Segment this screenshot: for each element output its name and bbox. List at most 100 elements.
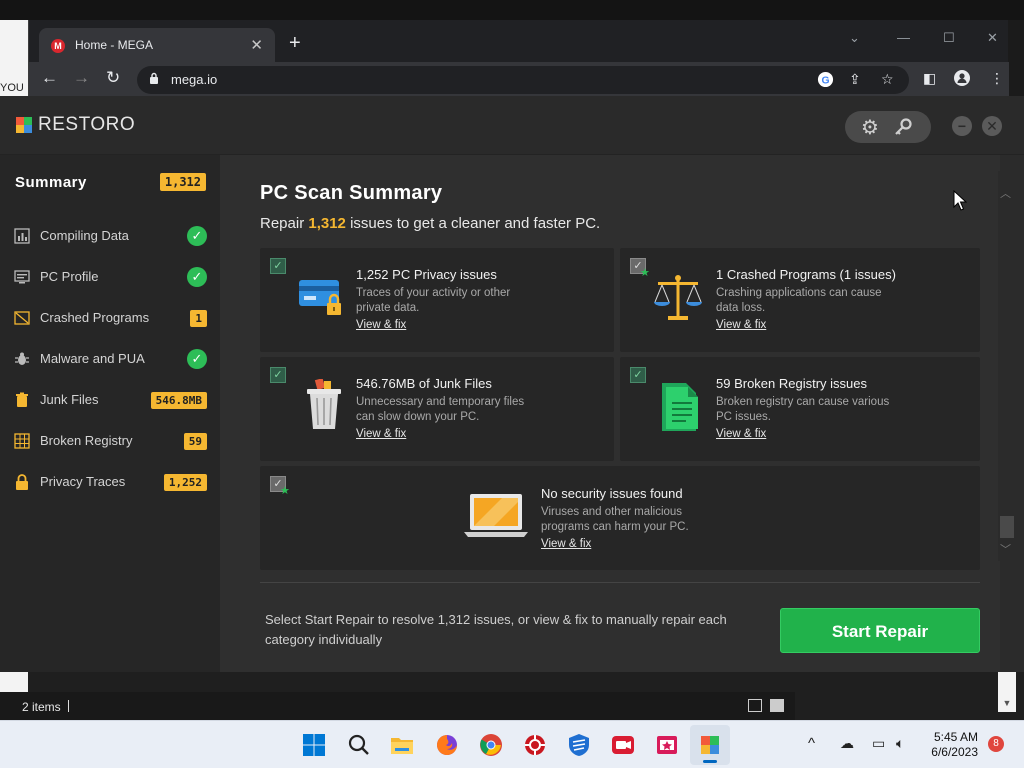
back-arrow-icon[interactable]: ← <box>41 69 58 87</box>
search-icon[interactable] <box>347 733 371 757</box>
card-title: 59 Broken Registry issues <box>716 376 868 391</box>
scales-icon <box>654 275 702 320</box>
card-title: 1 Crashed Programs (1 issues) <box>716 267 896 282</box>
junk-checkbox[interactable]: ✓ <box>270 367 286 383</box>
view-fix-link[interactable]: View & fix <box>356 319 406 331</box>
sidebar-item-label: Malware and PUA <box>40 351 145 366</box>
trash-icon <box>16 392 28 407</box>
monitor-icon <box>14 270 30 284</box>
repair-instructions: Select Start Repair to resolve 1,312 iss… <box>265 612 727 647</box>
key-icon[interactable] <box>893 117 913 137</box>
sidebar-item-label: Junk Files <box>40 392 99 407</box>
sidebar-item-label: Privacy Traces <box>40 474 126 489</box>
shield-app-icon[interactable] <box>567 733 591 757</box>
privacy-issues-card: ✓ 1,252 PC Privacy issues Traces of your… <box>260 248 614 352</box>
sidebar-item-compiling-data[interactable]: Compiling Data ✓ <box>0 218 220 254</box>
card-description-line1: Broken registry can cause various <box>716 396 890 408</box>
minimize-app-button[interactable]: − <box>952 116 972 136</box>
sidebar-item-junk-files[interactable]: Junk Files 546.8MB <box>0 382 220 418</box>
antivirus-icon[interactable] <box>523 733 547 757</box>
restoro-taskbar-button[interactable] <box>690 725 730 765</box>
address-bar[interactable]: mega.io G ⇪ ☆ <box>137 66 909 94</box>
scroll-down-icon[interactable]: ﹀ <box>1000 541 1011 557</box>
system-clock[interactable]: 5:45 AM 6/6/2023 <box>920 730 978 760</box>
registry-checkbox[interactable]: ✓ <box>630 367 646 383</box>
scrollbar-thumb[interactable] <box>1000 516 1014 538</box>
card-description-line1: Crashing applications can cause <box>716 287 882 299</box>
file-explorer-icon[interactable] <box>390 733 414 757</box>
browser-toolbar: ← → ↻ mega.io G ⇪ ☆ ◧ ⋮ <box>29 62 1009 96</box>
browser-tab[interactable]: M Home - MEGA ✕ <box>39 28 275 62</box>
card-description-line2: private data. <box>356 302 420 314</box>
summary-title[interactable]: Summary <box>15 174 87 191</box>
broken-registry-card: ✓ 59 Broken Registry issues Broken regis… <box>620 357 980 461</box>
summary-subtitle: Repair 1,312 issues to get a cleaner and… <box>260 215 600 232</box>
tab-title: Home - MEGA <box>75 38 154 52</box>
desktop-background <box>0 0 1024 20</box>
trash-can-icon <box>307 379 341 429</box>
card-title: 546.76MB of Junk Files <box>356 376 492 391</box>
share-icon[interactable]: ⇪ <box>849 71 861 87</box>
lock-icon <box>16 474 28 490</box>
settings-toolbar: ⚙ <box>845 111 931 143</box>
close-app-button[interactable]: ✕ <box>982 116 1002 136</box>
view-fix-link[interactable]: View & fix <box>716 428 766 440</box>
chart-icon <box>14 228 30 244</box>
sidebar: Summary 1,312 Compiling Data ✓ PC Profil… <box>0 155 220 672</box>
tab-close-icon[interactable]: ✕ <box>250 36 263 54</box>
side-panel-icon[interactable]: ◧ <box>923 70 936 86</box>
explorer-scroll-down-icon[interactable]: ▼ <box>998 672 1016 712</box>
tab-search-chevron-icon[interactable]: ⌄ <box>849 30 860 46</box>
windows-start-icon[interactable] <box>302 733 326 757</box>
notification-badge[interactable]: 8 <box>988 736 1004 752</box>
sidebar-item-broken-registry[interactable]: Broken Registry 59 <box>0 423 220 459</box>
subtitle-count: 1,312 <box>308 215 346 232</box>
bug-icon <box>15 352 29 365</box>
media-app-icon[interactable] <box>655 733 679 757</box>
maximize-window-button[interactable]: ☐ <box>943 30 955 46</box>
reload-icon[interactable]: ↻ <box>106 69 120 87</box>
volume-icon[interactable]: 🔈︎ <box>896 735 904 752</box>
firefox-icon[interactable] <box>435 733 459 757</box>
show-hidden-icons-chevron-icon[interactable]: ^ <box>808 735 815 752</box>
restoro-logo-text: RESTORO <box>38 114 136 135</box>
file-explorer-statusbar: 2 items ▼ <box>0 672 1024 720</box>
junk-files-card: ✓ 546.76MB of Junk Files Unnecessary and… <box>260 357 614 461</box>
sidebar-item-privacy-traces[interactable]: Privacy Traces 1,252 <box>0 464 220 500</box>
view-fix-link[interactable]: View & fix <box>716 319 766 331</box>
tiles-view-icon[interactable] <box>770 699 784 712</box>
menu-kebab-icon[interactable]: ⋮ <box>990 70 1004 86</box>
restoro-window: RESTORO ⚙ − ✕ Summary 1,312 Compiling Da… <box>0 96 1024 672</box>
sidebar-item-pc-profile[interactable]: PC Profile ✓ <box>0 259 220 295</box>
gear-icon[interactable]: ⚙ <box>861 115 879 140</box>
sidebar-item-crashed-programs[interactable]: Crashed Programs 1 <box>0 300 220 336</box>
view-fix-link[interactable]: View & fix <box>356 428 406 440</box>
star-icon: ★ <box>640 267 650 279</box>
card-description-line1: Traces of your activity or other <box>356 287 511 299</box>
card-description-line2: data loss. <box>716 302 766 314</box>
url-text: mega.io <box>171 72 218 87</box>
privacy-checkbox[interactable]: ✓ <box>270 258 286 274</box>
content-scrollbar[interactable]: ︿ ﹀ <box>998 171 1016 561</box>
cloud-offline-icon[interactable]: ☁ <box>840 735 854 752</box>
google-icon[interactable]: G <box>817 71 834 88</box>
recorder-icon[interactable] <box>611 733 635 757</box>
check-icon: ✓ <box>187 349 207 369</box>
minimize-window-button[interactable]: — <box>897 30 910 45</box>
view-fix-link[interactable]: View & fix <box>541 538 591 550</box>
forward-arrow-icon[interactable]: → <box>73 69 90 87</box>
scroll-up-icon[interactable]: ︿ <box>1000 185 1011 201</box>
close-window-button[interactable]: ✕ <box>987 30 998 46</box>
sidebar-item-label: Compiling Data <box>40 228 129 243</box>
profile-icon[interactable] <box>954 70 970 86</box>
bookmark-star-icon[interactable]: ☆ <box>881 71 894 87</box>
start-repair-button[interactable]: Start Repair <box>780 608 980 653</box>
chrome-icon[interactable] <box>479 733 503 757</box>
svg-text:G: G <box>821 75 829 86</box>
restoro-header: RESTORO ⚙ − ✕ <box>0 96 1024 155</box>
new-tab-button[interactable]: + <box>289 33 301 53</box>
details-view-icon[interactable] <box>748 699 762 712</box>
card-description-line2: can slow down your PC. <box>356 411 480 423</box>
sidebar-item-malware[interactable]: Malware and PUA ✓ <box>0 341 220 377</box>
network-icon[interactable]: ▭ <box>872 735 885 752</box>
